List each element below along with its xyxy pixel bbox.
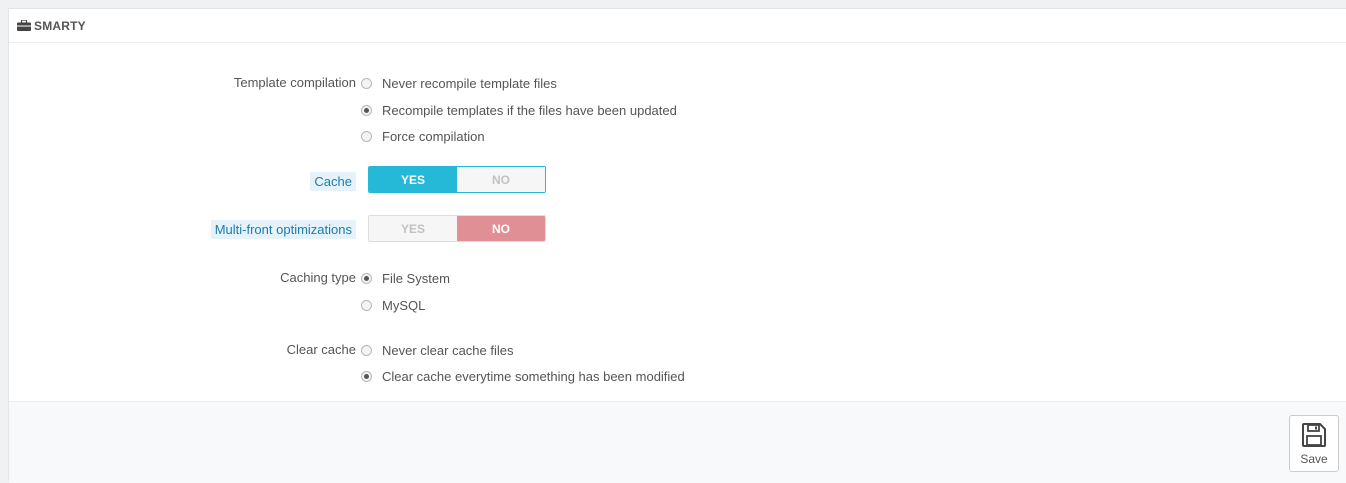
panel-heading: SMARTY [9, 9, 1346, 43]
radio-never-clear[interactable]: Never clear cache files [361, 343, 514, 358]
save-button-label: Save [1300, 452, 1328, 466]
radio-label: Never clear cache files [382, 343, 514, 358]
radio-label: MySQL [382, 298, 426, 313]
radio-file-system[interactable]: File System [361, 271, 450, 286]
radio-button[interactable] [361, 371, 372, 382]
radio-button[interactable] [361, 273, 372, 284]
radio-button[interactable] [361, 300, 372, 311]
smarty-panel: SMARTY Template compilation Never recomp… [8, 8, 1346, 483]
radio-label: File System [382, 271, 450, 286]
panel-footer: Save [9, 401, 1346, 483]
save-button[interactable]: Save [1289, 415, 1339, 472]
radio-label: Never recompile template files [382, 76, 557, 91]
radio-button[interactable] [361, 78, 372, 89]
panel-title: SMARTY [34, 18, 86, 33]
radio-mysql[interactable]: MySQL [361, 298, 425, 313]
caching-type-label: Caching type [280, 270, 356, 285]
template-compilation-label: Template compilation [233, 75, 356, 90]
radio-clear-everytime[interactable]: Clear cache everytime something has been… [361, 369, 685, 384]
radio-recompile-if-updated[interactable]: Recompile templates if the files have be… [361, 103, 677, 118]
cache-yes-option[interactable]: YES [369, 167, 457, 192]
clear-cache-label: Clear cache [286, 342, 356, 357]
cache-no-option[interactable]: NO [457, 167, 545, 192]
multi-front-no-option[interactable]: NO [457, 216, 545, 241]
radio-button[interactable] [361, 105, 372, 116]
radio-never-recompile[interactable]: Never recompile template files [361, 76, 557, 91]
cache-label[interactable]: Cache [310, 172, 356, 191]
radio-label: Force compilation [382, 129, 485, 144]
multi-front-label[interactable]: Multi-front optimizations [210, 220, 356, 239]
multi-front-switch[interactable]: YES NO [368, 215, 546, 242]
radio-button[interactable] [361, 345, 372, 356]
radio-label: Clear cache everytime something has been… [382, 369, 685, 384]
multi-front-yes-option[interactable]: YES [369, 216, 457, 241]
briefcase-icon [17, 20, 31, 31]
cache-switch[interactable]: YES NO [368, 166, 546, 193]
radio-force-compilation[interactable]: Force compilation [361, 129, 485, 144]
floppy-disk-icon [1302, 423, 1326, 447]
radio-label: Recompile templates if the files have be… [382, 103, 677, 118]
radio-button[interactable] [361, 131, 372, 142]
